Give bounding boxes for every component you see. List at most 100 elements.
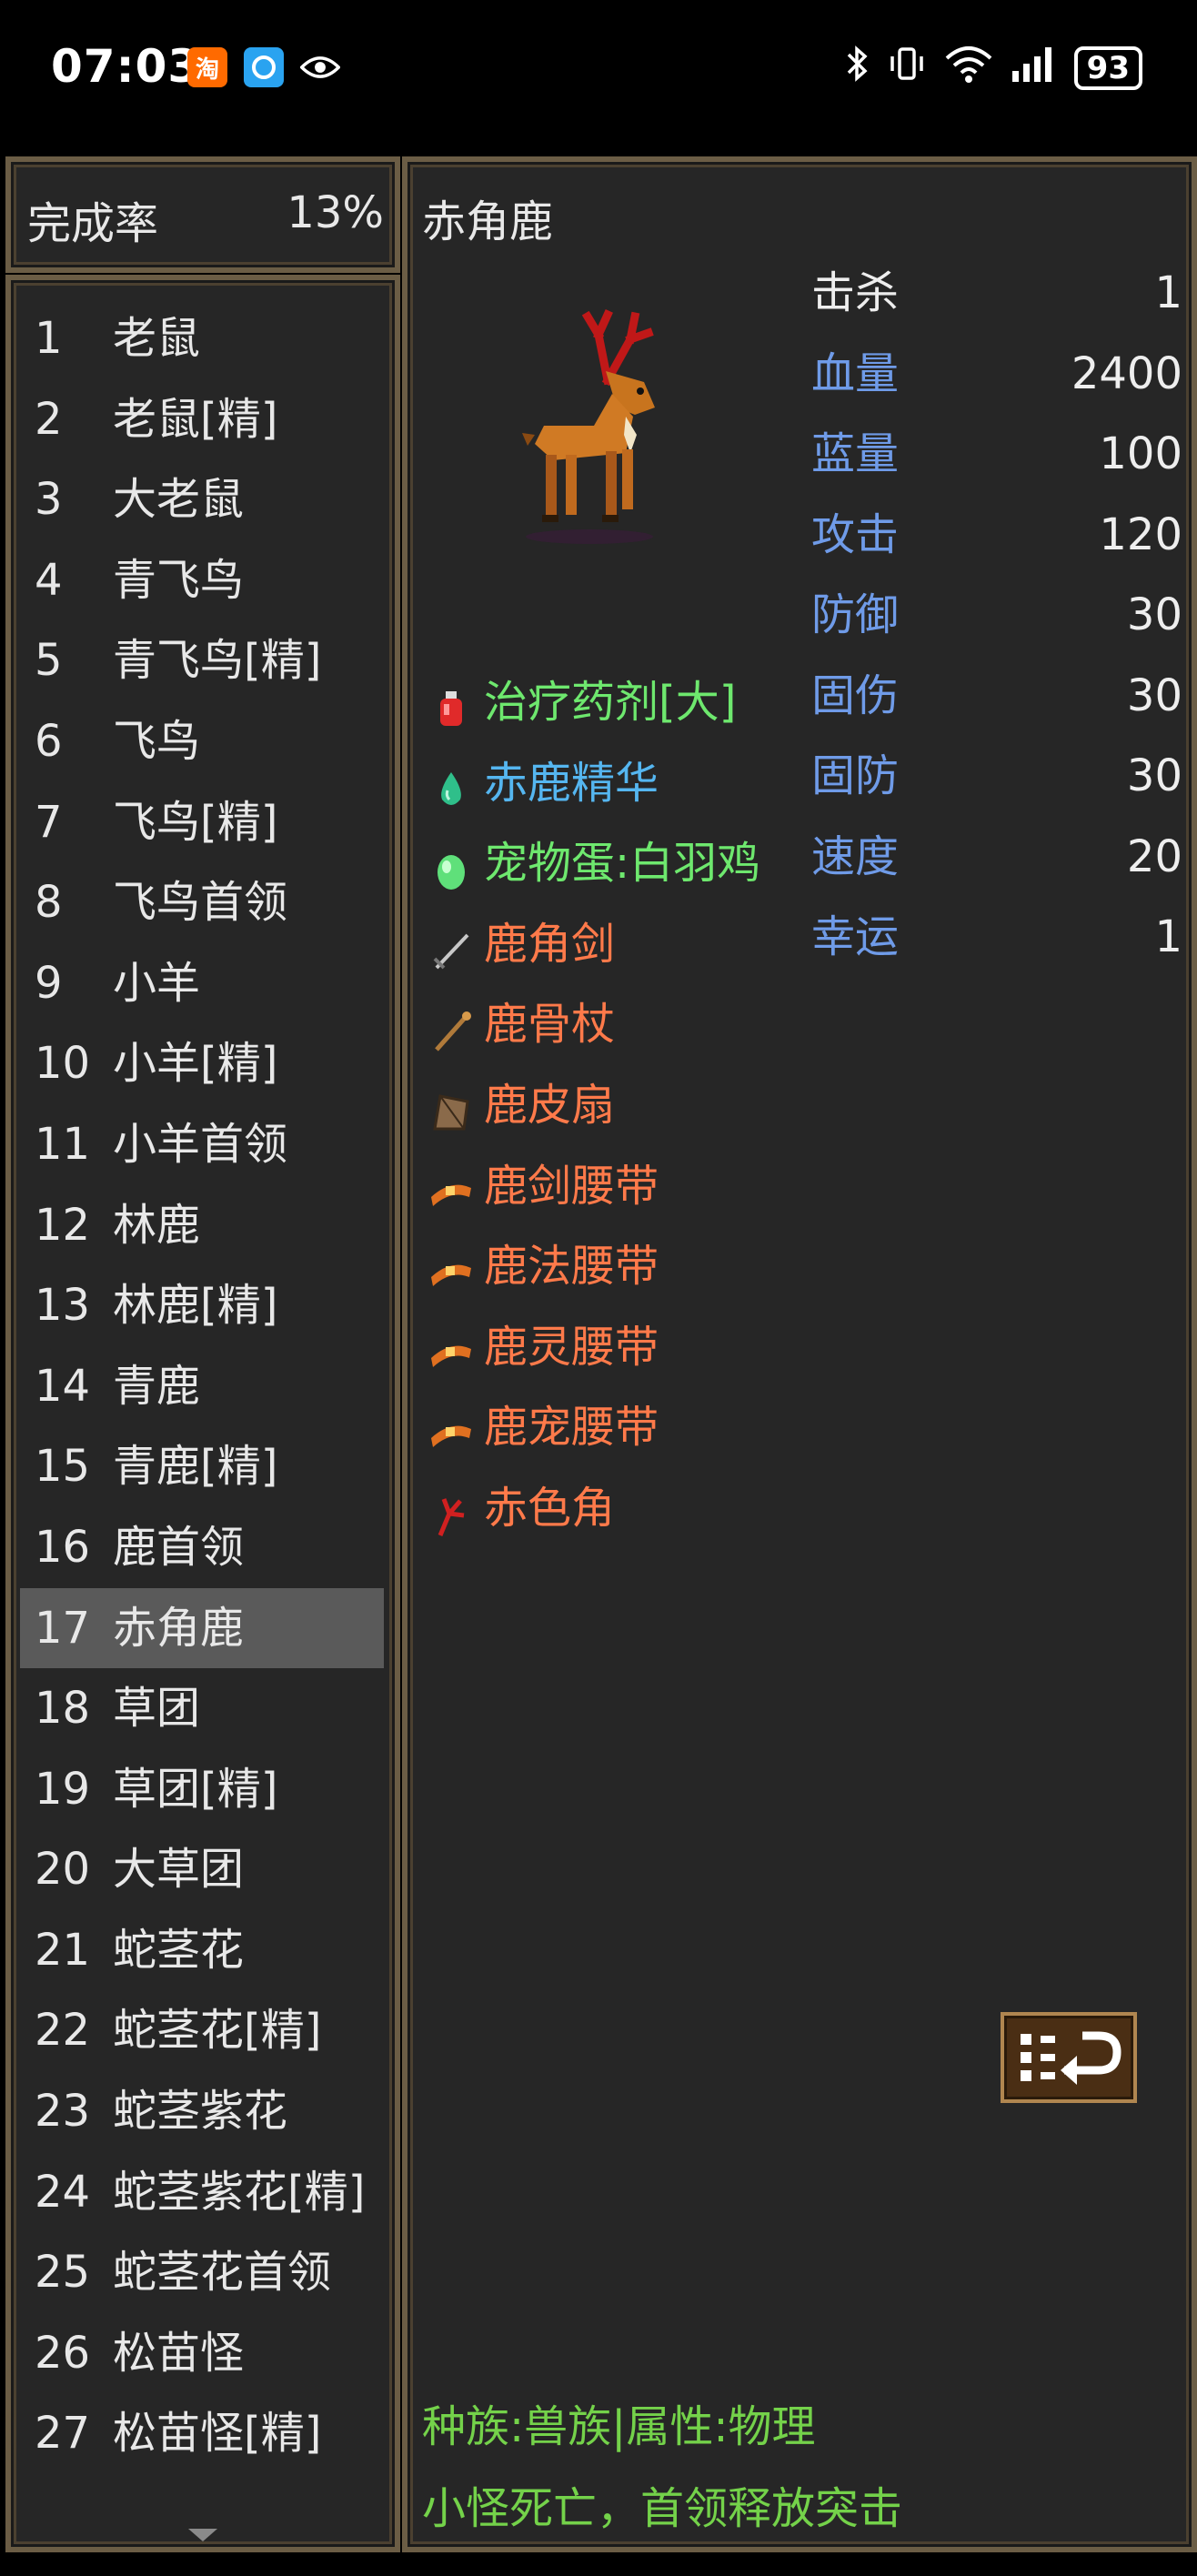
red-antler-deer-sprite [498,298,717,553]
monster-list-name: 大老鼠 [113,474,245,526]
monster-list-item[interactable]: 24 蛇茎紫花[精] [20,2152,384,2233]
monster-list-name: 蛇茎花[精] [113,2005,322,2057]
monster-list-name: 老鼠 [113,313,201,364]
stat-label: 蓝量 [811,428,900,479]
monster-list-item[interactable]: 10 小羊[精] [20,1023,384,1104]
stat-label: 幸运 [811,911,900,962]
belt-icon [428,1404,475,1451]
red-horn-icon [428,1484,475,1536]
monster-number: 8 [35,877,63,929]
stat-label: 固伤 [811,669,900,721]
monster-list-item[interactable]: 5 青飞鸟[精] [20,620,384,701]
stat-label: 防御 [811,589,900,640]
monster-list-item[interactable]: 25 蛇茎花首领 [20,2232,384,2313]
stat-value: 2400 [1071,347,1182,399]
app-notification-icon [244,47,284,87]
stat-value: 30 [1126,750,1182,801]
completion-value: 13% [287,187,384,238]
monster-list-item[interactable]: 11 小羊首领 [20,1104,384,1185]
stat-row: 固伤 30 [810,656,1182,737]
monster-list-item[interactable]: 15 青鹿[精] [20,1426,384,1507]
monster-list-item[interactable]: 12 林鹿 [20,1185,384,1266]
monster-list-name: 松苗怪[精] [113,2408,322,2460]
monster-list-item[interactable]: 8 飞鸟首领 [20,862,384,943]
monster-list-item[interactable]: 17 赤角鹿 [20,1587,384,1669]
drop-item[interactable]: 鹿法腰带 [428,1226,810,1307]
belt-icon [428,1162,475,1210]
monster-list-name: 草团[精] [113,1763,278,1815]
back-button[interactable] [1001,2012,1137,2103]
belt-icon [428,1323,475,1371]
stat-value: 30 [1126,589,1182,640]
monster-list-name: 青鹿 [113,1360,201,1412]
monster-list-item[interactable]: 18 草团 [20,1668,384,1749]
monster-list-item[interactable]: 3 大老鼠 [20,459,384,540]
stat-row: 固防 30 [810,736,1182,817]
monster-number: 5 [35,635,63,687]
drop-item[interactable]: 鹿剑腰带 [428,1146,810,1227]
drop-item[interactable]: 治疗药剂[大] [428,662,810,743]
stat-value: 120 [1099,508,1182,560]
monster-list-item[interactable]: 4 青飞鸟 [20,540,384,621]
drop-item[interactable]: 鹿灵腰带 [428,1307,810,1388]
monster-list-item[interactable]: 6 飞鸟 [20,701,384,782]
monster-list-item[interactable]: 7 飞鸟[精] [20,782,384,863]
monster-number: 4 [35,554,63,606]
completion-label: 完成率 [27,198,159,249]
monster-stats: 击杀 1 血量 2400 蓝量 100 攻击 120 防御 30 固伤 30 固防 30 速度 20 幸运 1 [810,253,1182,978]
stat-value: 100 [1099,428,1182,479]
taobao-notification-icon: 淘 [187,47,227,87]
drop-item[interactable]: 鹿宠腰带 [428,1387,810,1468]
monster-list-item[interactable]: 26 松苗怪 [20,2313,384,2394]
monster-list-panel[interactable]: 1 老鼠 2 老鼠[精] 3 大老鼠 4 青飞鸟 5 青飞鸟[精] 6 飞鸟 7 飞鸟[精] 8 飞鸟首领 9 小… [5,275,400,2552]
monster-list-name: 赤角鹿 [113,1602,245,1654]
stat-row: 幸运 1 [810,897,1182,978]
monster-number: 12 [35,1199,91,1251]
monster-number: 18 [35,1683,91,1735]
scroll-down-indicator-icon[interactable] [188,2529,217,2541]
monster-number: 24 [35,2166,91,2218]
monster-list-item[interactable]: 14 青鹿 [20,1346,384,1427]
monster-list-name: 飞鸟[精] [113,796,278,848]
drop-item[interactable]: 鹿角剑 [428,904,810,985]
monster-list-item[interactable]: 23 蛇茎紫花 [20,2071,384,2152]
drop-item[interactable]: 赤色角 [428,1468,810,1549]
monster-list-name: 蛇茎紫花 [113,2086,288,2138]
monster-list-item[interactable]: 22 蛇茎花[精] [20,1990,384,2071]
drop-item[interactable]: 鹿骨杖 [428,984,810,1065]
drop-item-name: 鹿骨杖 [484,999,616,1051]
monster-name: 赤角鹿 [422,196,554,247]
monster-list-item[interactable]: 19 草团[精] [20,1749,384,1830]
monster-list-item[interactable]: 20 大草团 [20,1829,384,1910]
drop-item-name: 赤鹿精华 [484,757,659,809]
monster-list-name: 蛇茎花首领 [113,2247,332,2299]
monster-list-item[interactable]: 9 小羊 [20,943,384,1024]
pet-egg-icon [428,840,475,891]
race-attribute-text: 种族:兽族|属性:物理 [422,2401,816,2452]
belt-icon [428,1243,475,1290]
monster-list-item[interactable]: 21 蛇茎花 [20,1910,384,1991]
monster-list-item[interactable]: 1 老鼠 [20,298,384,379]
stat-value: 1 [1154,267,1182,318]
monster-list-name: 草团 [113,1683,201,1735]
signal-icon [1011,44,1058,92]
monster-list-item[interactable]: 27 松苗怪[精] [20,2393,384,2474]
drop-item[interactable]: 宠物蛋:白羽鸡 [428,823,810,904]
stat-value: 20 [1126,830,1182,882]
drop-item[interactable]: 鹿皮扇 [428,1065,810,1146]
monster-number: 22 [35,2005,91,2057]
monster-number: 7 [35,796,63,848]
monster-list-item[interactable]: 16 鹿首领 [20,1507,384,1588]
drop-item[interactable]: 赤鹿精华 [428,743,810,824]
status-bar: 07:03 淘 93 [0,0,1197,146]
monster-number: 27 [35,2408,91,2460]
monster-list[interactable]: 1 老鼠 2 老鼠[精] 3 大老鼠 4 青飞鸟 5 青飞鸟[精] 6 飞鸟 7 飞鸟[精] 8 飞鸟首领 9 小… [20,298,384,2474]
stat-row: 蓝量 100 [810,414,1182,495]
essence-drop-icon [428,760,475,807]
monster-number: 6 [35,715,63,767]
monster-number: 26 [35,2327,91,2379]
monster-list-item[interactable]: 2 老鼠[精] [20,379,384,460]
potion-icon [428,679,475,726]
monster-list-item[interactable]: 13 林鹿[精] [20,1265,384,1346]
monster-list-name: 大草团 [113,1844,245,1896]
